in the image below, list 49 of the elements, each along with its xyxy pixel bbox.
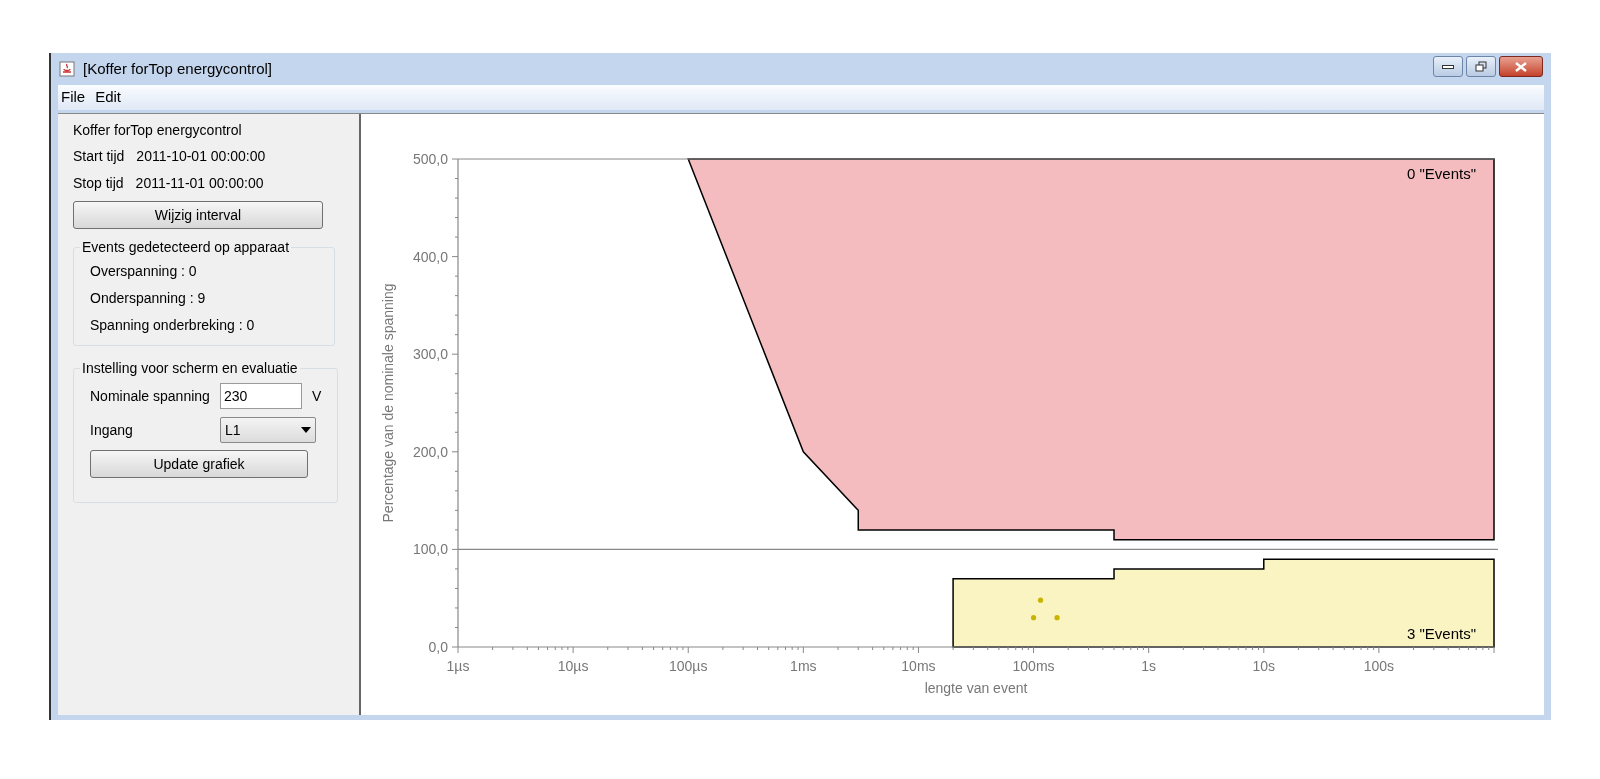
x-tick-label: 1s [1141, 658, 1157, 674]
event-count: Spanning onderbreking : 0 [90, 316, 256, 335]
restore-icon [1475, 61, 1487, 72]
group-title: Events gedetecteerd op apparaat [81, 238, 291, 257]
field-label: Nominale spanning [90, 386, 211, 406]
change-interval-button[interactable]: Wijzig interval [73, 201, 323, 229]
y-tick-label: 300,0 [412, 346, 448, 363]
dropdown-arrow-icon [301, 427, 311, 433]
update-chart-button[interactable]: Update grafiek [90, 450, 308, 478]
x-tick-label: 10ms [901, 658, 936, 674]
y-tick-label: 0,0 [428, 639, 448, 655]
y-tick-label: 400,0 [412, 248, 448, 265]
field-label: Ingang [90, 420, 134, 440]
restore-button[interactable] [1466, 56, 1496, 77]
event-point [1037, 597, 1044, 603]
menu-item[interactable]: Edit [95, 86, 122, 109]
unit-label: V [312, 386, 322, 406]
event-count: Onderspanning : 9 [90, 289, 207, 308]
minimize-button[interactable] [1433, 56, 1463, 77]
window-title: [Koffer forTop energycontrol] [83, 58, 272, 79]
x-tick-label: 10µs [557, 658, 589, 674]
event-point [1054, 615, 1060, 621]
app-icon [59, 61, 75, 77]
x-tick-label: 1ms [790, 658, 817, 674]
time-label: Stop tijd [73, 174, 124, 193]
device-name: Koffer forTop energycontrol [73, 121, 243, 140]
event-point [1030, 615, 1037, 621]
x-axis-title: lengte van event [924, 680, 1028, 696]
y-axis-title: Percentage van de nominale spanning [380, 283, 396, 523]
time-label: Start tijd [73, 147, 125, 166]
input-dropdown[interactable]: L1 [220, 417, 316, 443]
y-tick-label: 200,0 [412, 443, 448, 460]
close-icon [1515, 61, 1527, 72]
voltage-input[interactable]: 230 [220, 383, 302, 409]
x-tick-label: 100s [1363, 658, 1395, 674]
y-tick-label: 500,0 [412, 151, 448, 167]
x-tick-label: 100ms [1012, 658, 1055, 674]
x-tick-label: 10s [1252, 658, 1276, 674]
region-label: 0 "Events" [1406, 165, 1476, 182]
y-tick-label: 100,0 [412, 541, 448, 558]
region-label: 3 "Events" [1406, 625, 1476, 642]
x-tick-label: 1µs [446, 658, 470, 674]
x-tick-label: 100µs [669, 658, 708, 674]
time-value: 2011-11-01 00:00:00 [135, 174, 264, 193]
time-value: 2011-10-01 00:00:00 [136, 147, 266, 166]
menu-item[interactable]: File [61, 86, 86, 109]
close-button[interactable] [1499, 56, 1543, 77]
event-count: Overspanning : 0 [90, 262, 198, 281]
group-title: Instelling voor scherm en evaluatie [81, 359, 299, 378]
